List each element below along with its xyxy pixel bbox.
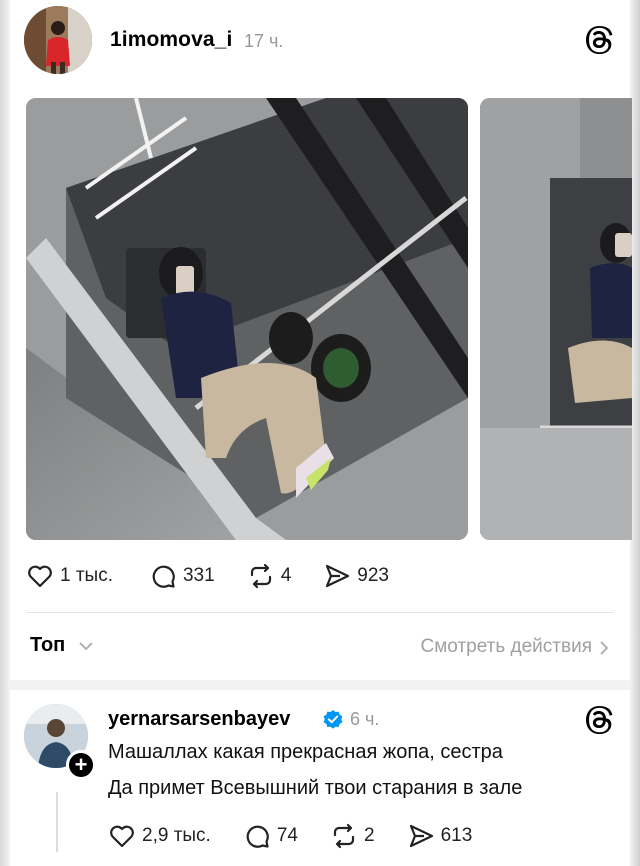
- reply-share-count: 613: [440, 825, 473, 846]
- divider: [26, 612, 614, 613]
- reply-time: 6 ч.: [350, 709, 380, 729]
- reply-actions-bar: 2,9 тыс. 74 2 613: [108, 822, 504, 850]
- comment-bubble-icon: [246, 825, 269, 848]
- view-activity-link[interactable]: Смотреть действия: [421, 636, 592, 658]
- post-photo-2[interactable]: [480, 98, 632, 540]
- heart-icon: [28, 565, 52, 588]
- post-time: 17 ч.: [244, 31, 284, 51]
- comment-button[interactable]: 331: [149, 562, 215, 590]
- comment-count: 331: [182, 565, 215, 586]
- post-actions-bar: 1 тыс. 331 4 923: [26, 562, 421, 590]
- repost-count: 4: [280, 565, 292, 586]
- heart-icon: [110, 825, 134, 848]
- thread-connector-line: [56, 792, 58, 852]
- send-icon: [409, 824, 433, 848]
- like-button[interactable]: 1 тыс.: [26, 562, 113, 590]
- author-username[interactable]: 1imomova_i: [110, 28, 232, 52]
- like-count: 1 тыс.: [60, 565, 113, 586]
- reply-comment-button[interactable]: 74: [243, 822, 298, 850]
- send-icon: [326, 564, 350, 588]
- reply-share-button[interactable]: 613: [407, 822, 473, 850]
- share-count: 923: [357, 565, 389, 586]
- verified-badge-icon: [323, 710, 343, 729]
- reply-username[interactable]: yernarsarsenbayev: [108, 708, 290, 731]
- follow-plus-button[interactable]: +: [66, 750, 96, 780]
- repost-icon: [250, 563, 271, 589]
- reply-comment-count: 74: [276, 825, 298, 846]
- reply-repost-count: 2: [363, 825, 375, 846]
- comment-bubble-icon: [152, 565, 175, 588]
- reply-text-line-2: Да примет Всевышний твои старания в зале: [108, 777, 523, 799]
- author-avatar[interactable]: [24, 6, 92, 74]
- post-photo-1[interactable]: [26, 98, 468, 540]
- sort-dropdown[interactable]: Топ: [30, 634, 65, 657]
- chevron-right-icon[interactable]: [598, 640, 610, 656]
- plus-icon: +: [74, 752, 88, 777]
- reply-like-count: 2,9 тыс.: [142, 825, 211, 846]
- threads-logo-icon[interactable]: [586, 706, 614, 734]
- share-button[interactable]: 923: [323, 562, 389, 590]
- reply-text-line-1: Машаллах какая прекрасная жопа, сестра: [108, 741, 503, 763]
- reply-like-button[interactable]: 2,9 тыс.: [108, 822, 211, 850]
- repost-button[interactable]: 4: [247, 562, 292, 590]
- repost-icon: [333, 823, 355, 849]
- section-separator: [10, 680, 630, 690]
- chevron-down-icon[interactable]: [78, 640, 94, 652]
- threads-logo-icon[interactable]: [586, 26, 614, 54]
- reply-repost-button[interactable]: 2: [330, 822, 375, 850]
- screen-frame-left: [0, 0, 10, 866]
